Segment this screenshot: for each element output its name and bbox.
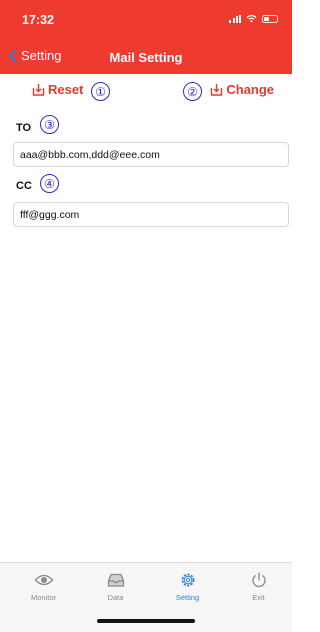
action-row: Reset ① ② Change xyxy=(0,82,292,104)
marker-three: ③ xyxy=(40,115,59,134)
status-bar: 17:32 xyxy=(0,0,292,38)
reset-button[interactable]: Reset xyxy=(32,82,83,97)
tab-setting-label: Setting xyxy=(175,593,200,602)
tab-setting[interactable]: Setting xyxy=(151,571,224,602)
to-label: TO xyxy=(16,122,32,134)
app-screen: 17:32 Setting Mail Setting Reset ① ② Cha… xyxy=(0,0,292,632)
change-label: Change xyxy=(226,82,274,97)
status-time: 17:32 xyxy=(22,13,54,27)
change-icon xyxy=(211,84,223,96)
marker-two: ② xyxy=(183,82,202,101)
tab-monitor-label: Monitor xyxy=(30,593,56,602)
page-title: Mail Setting xyxy=(109,50,183,65)
reset-icon xyxy=(32,84,45,96)
wifi-icon xyxy=(246,14,257,23)
tab-monitor[interactable]: Monitor xyxy=(7,571,80,602)
gear-icon xyxy=(181,573,194,587)
status-icons xyxy=(229,14,278,23)
tab-data-label: Data xyxy=(107,593,124,602)
signal-icon xyxy=(229,14,241,23)
reset-label: Reset xyxy=(48,82,84,97)
cc-label: CC xyxy=(16,180,32,192)
tab-exit-label: Exit xyxy=(252,593,265,602)
inbox-icon xyxy=(107,573,124,587)
eye-icon xyxy=(34,574,53,586)
cc-field[interactable] xyxy=(13,202,289,227)
tab-data[interactable]: Data xyxy=(79,571,152,602)
tab-exit[interactable]: Exit xyxy=(222,571,295,602)
change-button[interactable]: Change xyxy=(210,82,274,97)
home-indicator xyxy=(97,619,195,623)
battery-icon xyxy=(262,14,278,23)
marker-one: ① xyxy=(91,82,110,101)
navigation-bar: Setting Mail Setting xyxy=(0,38,292,74)
to-field[interactable] xyxy=(13,142,289,167)
power-icon xyxy=(251,572,266,588)
marker-four: ④ xyxy=(40,174,59,193)
